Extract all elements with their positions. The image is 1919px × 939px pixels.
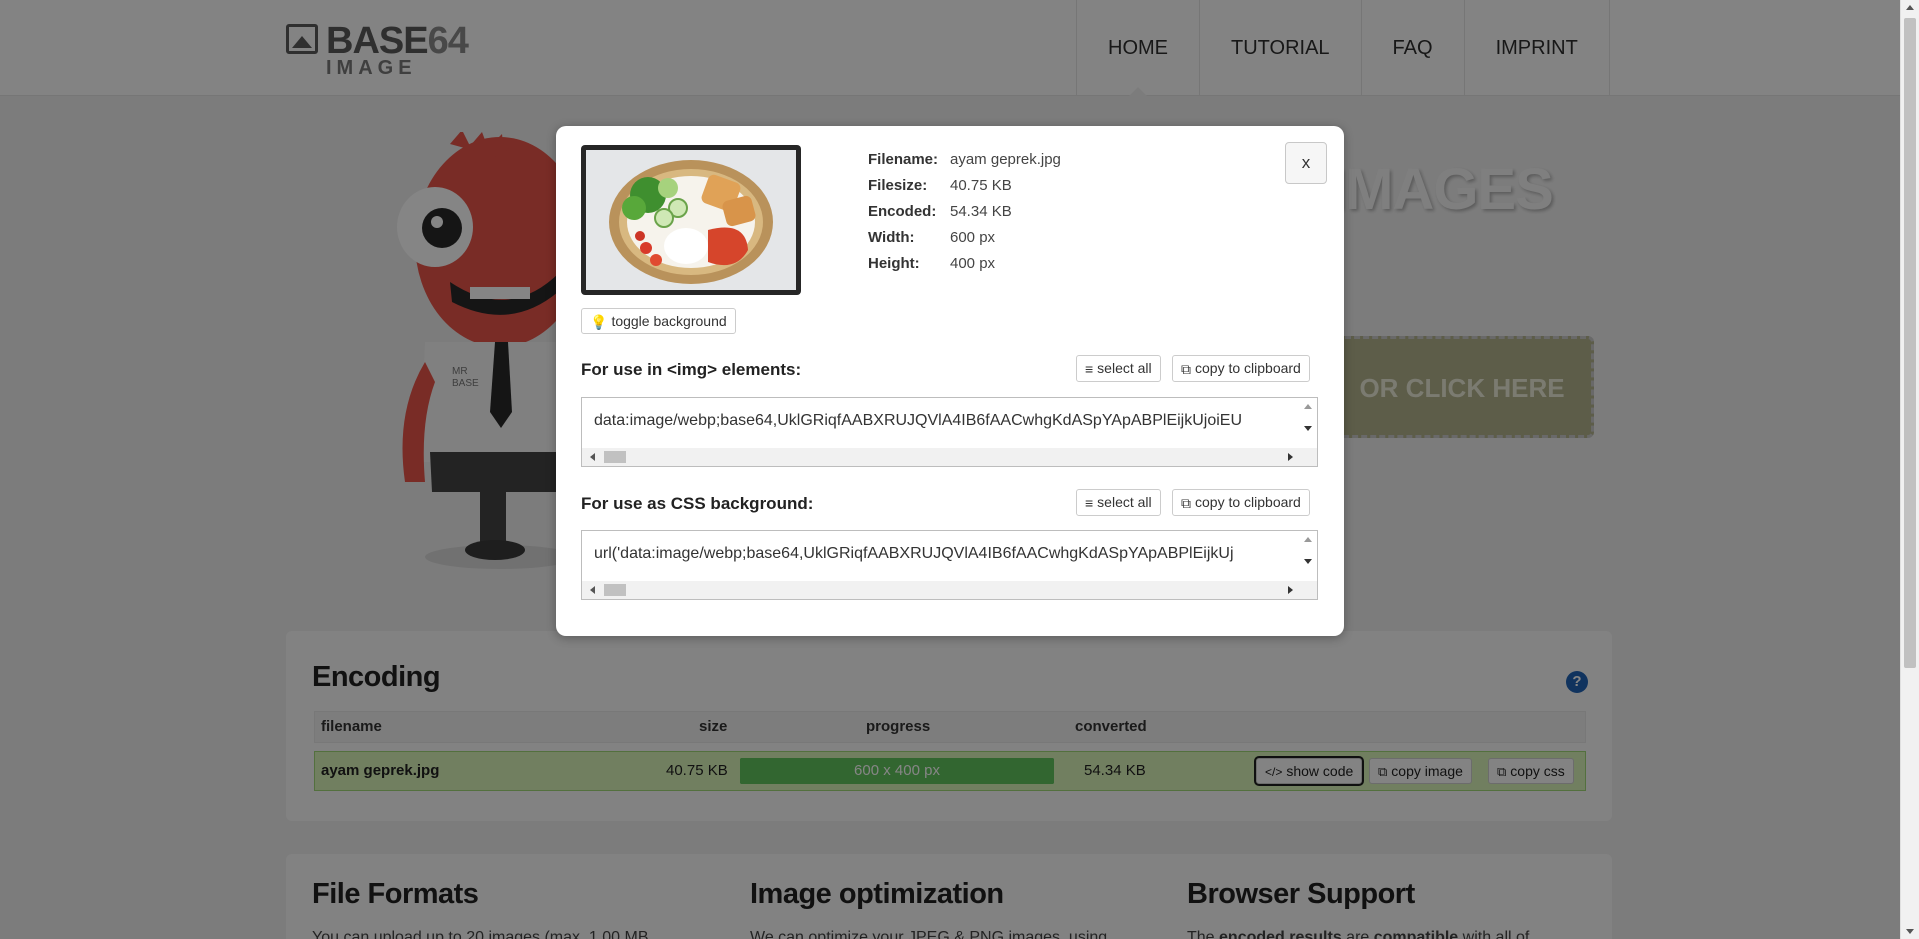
css-select-all-button[interactable]: ≡ select all (1076, 489, 1161, 516)
scroll-right-icon[interactable] (1288, 453, 1293, 461)
horizontal-scrollbar[interactable] (582, 448, 1317, 466)
scroll-down-icon[interactable] (1906, 929, 1914, 934)
scroll-up-icon[interactable] (1304, 537, 1312, 542)
scroll-up-icon[interactable] (1304, 404, 1312, 409)
toggle-background-button[interactable]: 💡 toggle background (581, 308, 736, 334)
scroll-left-icon[interactable] (590, 453, 595, 461)
meta-filename: Filename: ayam geprek.jpg (868, 150, 1061, 168)
meta-encoded: Encoded: 54.34 KB (868, 202, 1012, 220)
scrollbar-thumb[interactable] (1904, 18, 1916, 668)
css-code-textarea[interactable]: url('data:image/webp;base64,UklGRiqfAABX… (581, 530, 1318, 600)
meta-filesize: Filesize: 40.75 KB (868, 176, 1012, 194)
meta-width: Width: 600 px (868, 228, 996, 246)
list-icon: ≡ (1085, 360, 1094, 377)
vertical-scrollbar[interactable] (1300, 398, 1317, 450)
scroll-left-icon[interactable] (590, 586, 595, 594)
img-select-all-button[interactable]: ≡ select all (1076, 355, 1161, 382)
img-code-textarea[interactable]: data:image/webp;base64,UklGRiqfAABXRUJQV… (581, 397, 1318, 467)
scroll-down-icon[interactable] (1304, 559, 1312, 564)
food-plate-illustration (586, 150, 796, 290)
img-section-label: For use in <img> elements: (581, 360, 802, 379)
css-copy-clipboard-button[interactable]: ⧉ copy to clipboard (1172, 489, 1310, 516)
food-image (586, 150, 796, 290)
scroll-right-icon[interactable] (1288, 586, 1293, 594)
scroll-down-icon[interactable] (1304, 426, 1312, 431)
copy-icon: ⧉ (1181, 360, 1191, 377)
img-copy-clipboard-button[interactable]: ⧉ copy to clipboard (1172, 355, 1310, 382)
lightbulb-icon: 💡 (590, 314, 608, 331)
meta-height: Height: 400 px (868, 254, 996, 272)
scrollbar-thumb[interactable] (604, 451, 626, 463)
image-preview (581, 145, 801, 295)
vertical-scrollbar[interactable] (1300, 531, 1317, 583)
css-section-label: For use as CSS background: (581, 494, 814, 513)
img-code-text: data:image/webp;base64,UklGRiqfAABXRUJQV… (594, 412, 1243, 429)
scroll-up-icon[interactable] (1906, 5, 1914, 10)
horizontal-scrollbar[interactable] (582, 581, 1317, 599)
page-scrollbar[interactable] (1900, 0, 1919, 939)
code-modal: 💡 toggle background Filename: ayam geprek.… (556, 126, 1344, 636)
scrollbar-thumb[interactable] (604, 584, 626, 596)
css-code-text: url('data:image/webp;base64,UklGRiqfAABX… (594, 545, 1234, 562)
file-meta: Filename: ayam geprek.jpg Filesize: 40.75 … (868, 146, 1061, 276)
close-button[interactable]: x (1285, 142, 1327, 184)
copy-icon: ⧉ (1181, 494, 1191, 511)
list-icon: ≡ (1085, 494, 1094, 511)
toggle-background-label: toggle background (611, 313, 727, 329)
